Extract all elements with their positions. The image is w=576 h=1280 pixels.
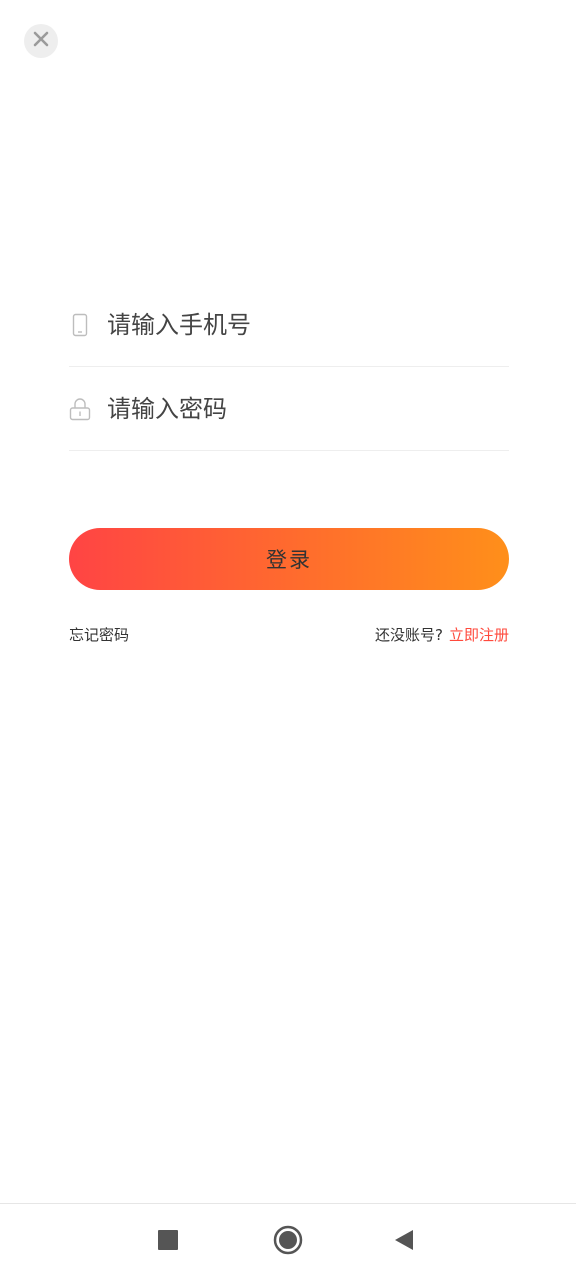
close-button[interactable] [24, 24, 58, 58]
home-button[interactable] [270, 1224, 306, 1260]
login-screen: 登录 忘记密码 还没账号? 立即注册 [0, 0, 576, 1280]
system-nav-bar [0, 1203, 576, 1280]
register-link[interactable]: 立即注册 [449, 626, 509, 644]
forgot-password-link[interactable]: 忘记密码 [69, 624, 129, 645]
circle-icon [273, 1225, 303, 1259]
phone-input[interactable] [107, 310, 487, 339]
phone-field [69, 283, 509, 367]
recent-apps-button[interactable] [150, 1224, 186, 1260]
close-icon [33, 31, 49, 51]
lock-icon [69, 396, 91, 422]
register-prompt: 还没账号? 立即注册 [375, 624, 509, 645]
login-button[interactable]: 登录 [69, 528, 509, 590]
no-account-text: 还没账号? [375, 625, 443, 644]
square-icon [158, 1230, 178, 1254]
auth-links: 忘记密码 还没账号? 立即注册 [69, 622, 509, 646]
back-button[interactable] [386, 1224, 422, 1260]
phone-icon [69, 312, 91, 338]
password-field [69, 367, 509, 451]
triangle-back-icon [394, 1229, 414, 1255]
password-input[interactable] [107, 394, 487, 423]
